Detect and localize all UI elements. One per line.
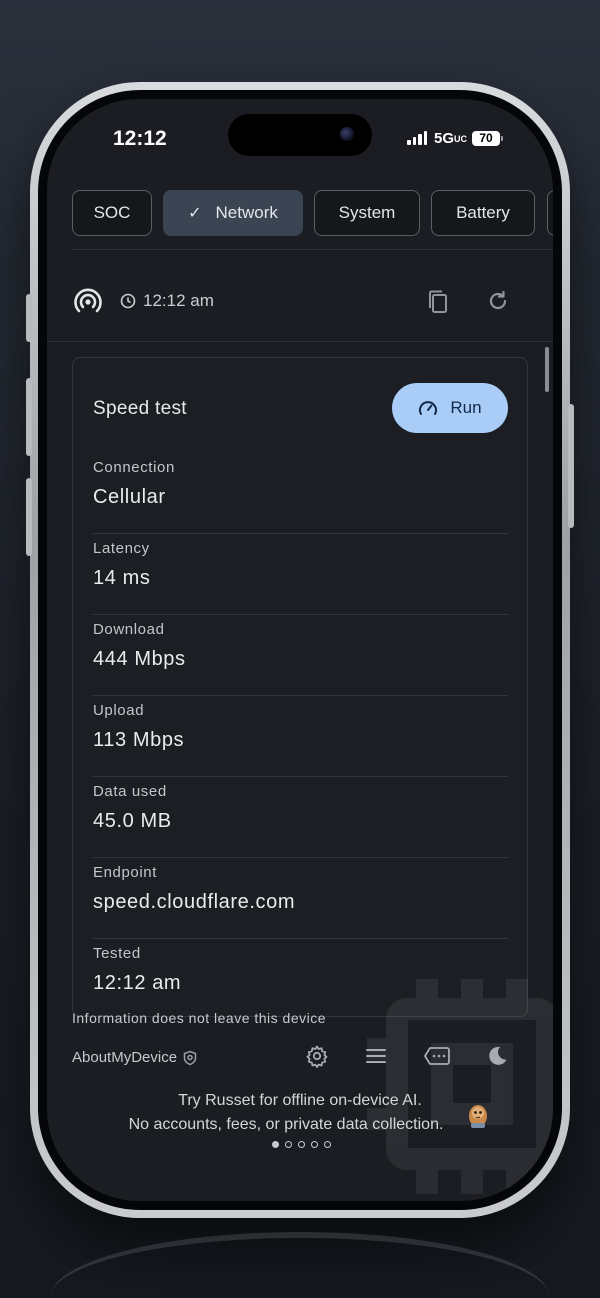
refresh-icon[interactable]: [487, 290, 509, 317]
signal-bars-icon: [407, 131, 427, 145]
status-time: 12:12: [113, 127, 167, 150]
result-row-connection: Connection Cellular: [93, 453, 508, 534]
speedometer-icon: [419, 401, 438, 415]
row-label: Connection: [93, 459, 175, 476]
tab-label: SOC: [93, 203, 131, 222]
russet-mascot-icon[interactable]: [466, 1101, 490, 1134]
row-label: Upload: [93, 702, 145, 719]
chip-watermark-icon: [367, 969, 553, 1201]
status-indicators: 5GUC 70: [407, 127, 504, 149]
page-dot[interactable]: [311, 1141, 318, 1148]
tab-label: Network: [215, 203, 278, 222]
row-value: speed.cloudflare.com: [93, 891, 296, 913]
check-icon: ✓: [188, 205, 202, 222]
message-dots-icon[interactable]: [423, 1045, 451, 1072]
page-dot[interactable]: [298, 1141, 305, 1148]
wireless-signal-icon: [73, 287, 103, 322]
front-camera: [340, 127, 354, 141]
row-label: Endpoint: [93, 864, 158, 881]
row-value: 12:12 am: [93, 972, 182, 994]
result-row-upload: Upload 113 Mbps: [93, 696, 508, 777]
tab-battery[interactable]: Battery: [431, 190, 535, 236]
result-row-endpoint: Endpoint speed.cloudflare.com: [93, 858, 508, 939]
result-list: Connection Cellular Latency 14 ms Downlo…: [93, 453, 508, 1020]
run-label: Run: [450, 398, 482, 417]
row-value: 14 ms: [93, 567, 151, 589]
tab-network[interactable]: ✓ Network: [163, 190, 303, 236]
card-title: Speed test: [93, 398, 187, 419]
page-indicator[interactable]: [272, 1141, 331, 1148]
phone-reflection: [50, 1232, 550, 1298]
row-label: Latency: [93, 540, 150, 557]
screen: 12:12 5GUC 70 SOC ✓ Network System Batte…: [47, 99, 553, 1201]
menu-icon[interactable]: [365, 1046, 387, 1071]
result-row-latency: Latency 14 ms: [93, 534, 508, 615]
tab-bar: SOC ✓ Network System Battery: [72, 190, 553, 238]
tab-label: System: [338, 203, 396, 222]
tab-system[interactable]: System: [314, 190, 420, 236]
action-button: [26, 294, 32, 342]
copy-icon[interactable]: [426, 289, 450, 320]
run-button[interactable]: Run: [392, 383, 508, 433]
tab-label: Battery: [456, 203, 510, 222]
tab-divider: [72, 249, 553, 250]
row-label: Data used: [93, 783, 167, 800]
volume-up-button: [26, 378, 32, 456]
row-value: 113 Mbps: [93, 729, 185, 751]
dynamic-island: [228, 114, 372, 156]
speed-test-card: Speed test Run Connection Cellular Laten…: [72, 357, 528, 1017]
footer-actions: [305, 1044, 515, 1072]
shield-icon: [183, 1050, 197, 1065]
last-updated: 12:12 am: [120, 291, 214, 311]
battery-level: 70: [472, 130, 501, 146]
gear-icon[interactable]: [305, 1044, 329, 1073]
row-value: Cellular: [93, 486, 166, 508]
scrollbar[interactable]: [545, 347, 549, 392]
row-label: Download: [93, 621, 165, 638]
result-row-download: Download 444 Mbps: [93, 615, 508, 696]
row-value: 45.0 MB: [93, 810, 172, 832]
tab-more[interactable]: [547, 190, 553, 236]
power-button: [568, 404, 574, 528]
result-row-data-used: Data used 45.0 MB: [93, 777, 508, 858]
brand-name: AboutMyDevice: [72, 1049, 178, 1066]
clock-icon: [120, 293, 136, 309]
toolbar-divider: [47, 341, 553, 342]
moon-icon[interactable]: [486, 1045, 508, 1072]
page-dot[interactable]: [272, 1141, 279, 1148]
row-value: 444 Mbps: [93, 648, 186, 670]
tab-soc[interactable]: SOC: [72, 190, 152, 236]
page-dot[interactable]: [285, 1141, 292, 1148]
network-type: 5GUC: [434, 129, 468, 147]
brand-link[interactable]: AboutMyDevice: [72, 1049, 197, 1066]
timestamp-text: 12:12 am: [143, 291, 214, 310]
battery-tip: [501, 135, 504, 141]
page-dot[interactable]: [324, 1141, 331, 1148]
volume-down-button: [26, 478, 32, 556]
privacy-note: Information does not leave this device: [72, 1010, 327, 1026]
row-label: Tested: [93, 945, 141, 962]
